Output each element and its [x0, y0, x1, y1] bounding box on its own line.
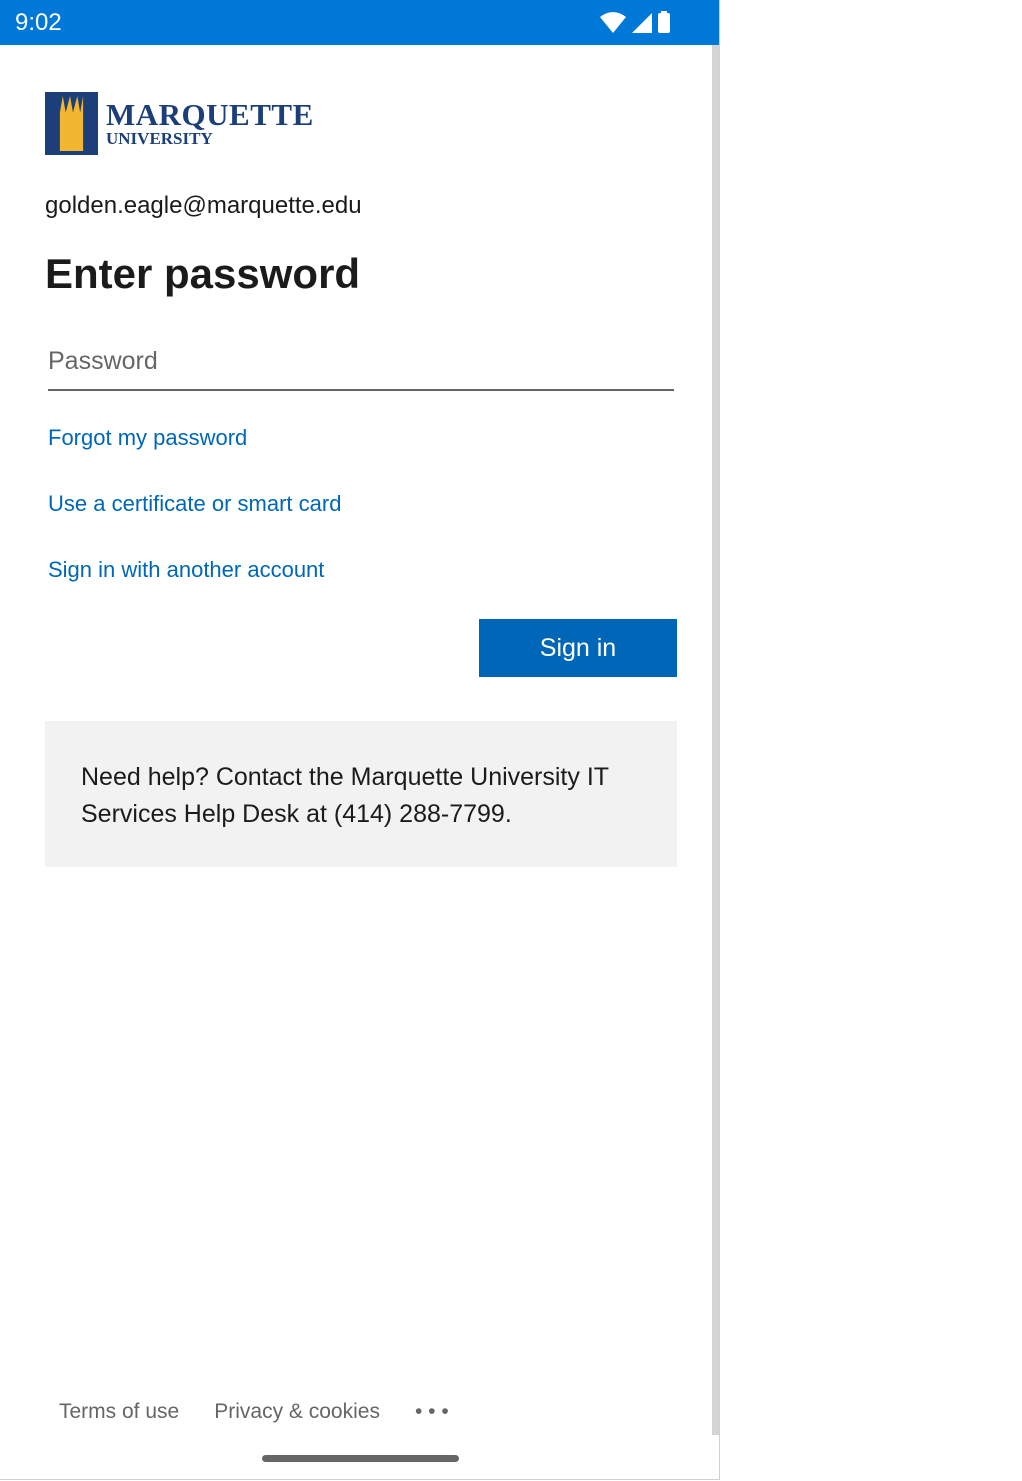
phone-screen: 9:02 MARQUETTE UNIVERSITY golden.eagle@m…	[0, 0, 720, 1480]
account-email: golden.eagle@marquette.edu	[45, 192, 362, 219]
status-icons	[600, 11, 670, 33]
wifi-icon	[600, 12, 626, 33]
privacy-link[interactable]: Privacy & cookies	[214, 1400, 380, 1424]
terms-link[interactable]: Terms of use	[59, 1400, 179, 1424]
another-account-link[interactable]: Sign in with another account	[48, 557, 324, 583]
status-bar: 9:02	[0, 0, 719, 45]
home-indicator[interactable]	[262, 1455, 459, 1462]
logo-subname: UNIVERSITY	[106, 128, 213, 148]
password-input[interactable]	[48, 333, 674, 391]
scrollbar[interactable]	[712, 45, 719, 1435]
status-time: 9:02	[15, 9, 62, 36]
help-text: Need help? Contact the Marquette Univers…	[81, 763, 609, 828]
cell-signal-icon	[632, 13, 652, 33]
marquette-logo: MARQUETTE UNIVERSITY	[45, 92, 314, 155]
logo-name: MARQUETTE	[106, 96, 314, 132]
more-options-icon[interactable]: • • •	[415, 1400, 449, 1424]
page-title: Enter password	[45, 250, 361, 297]
certificate-link[interactable]: Use a certificate or smart card	[48, 491, 341, 517]
sign-in-button[interactable]: Sign in	[479, 619, 677, 677]
battery-icon	[658, 11, 670, 33]
tower-crest-icon	[45, 92, 98, 155]
footer: Terms of use Privacy & cookies • • •	[59, 1400, 449, 1424]
help-box: Need help? Contact the Marquette Univers…	[45, 721, 677, 867]
forgot-password-link[interactable]: Forgot my password	[48, 425, 247, 451]
